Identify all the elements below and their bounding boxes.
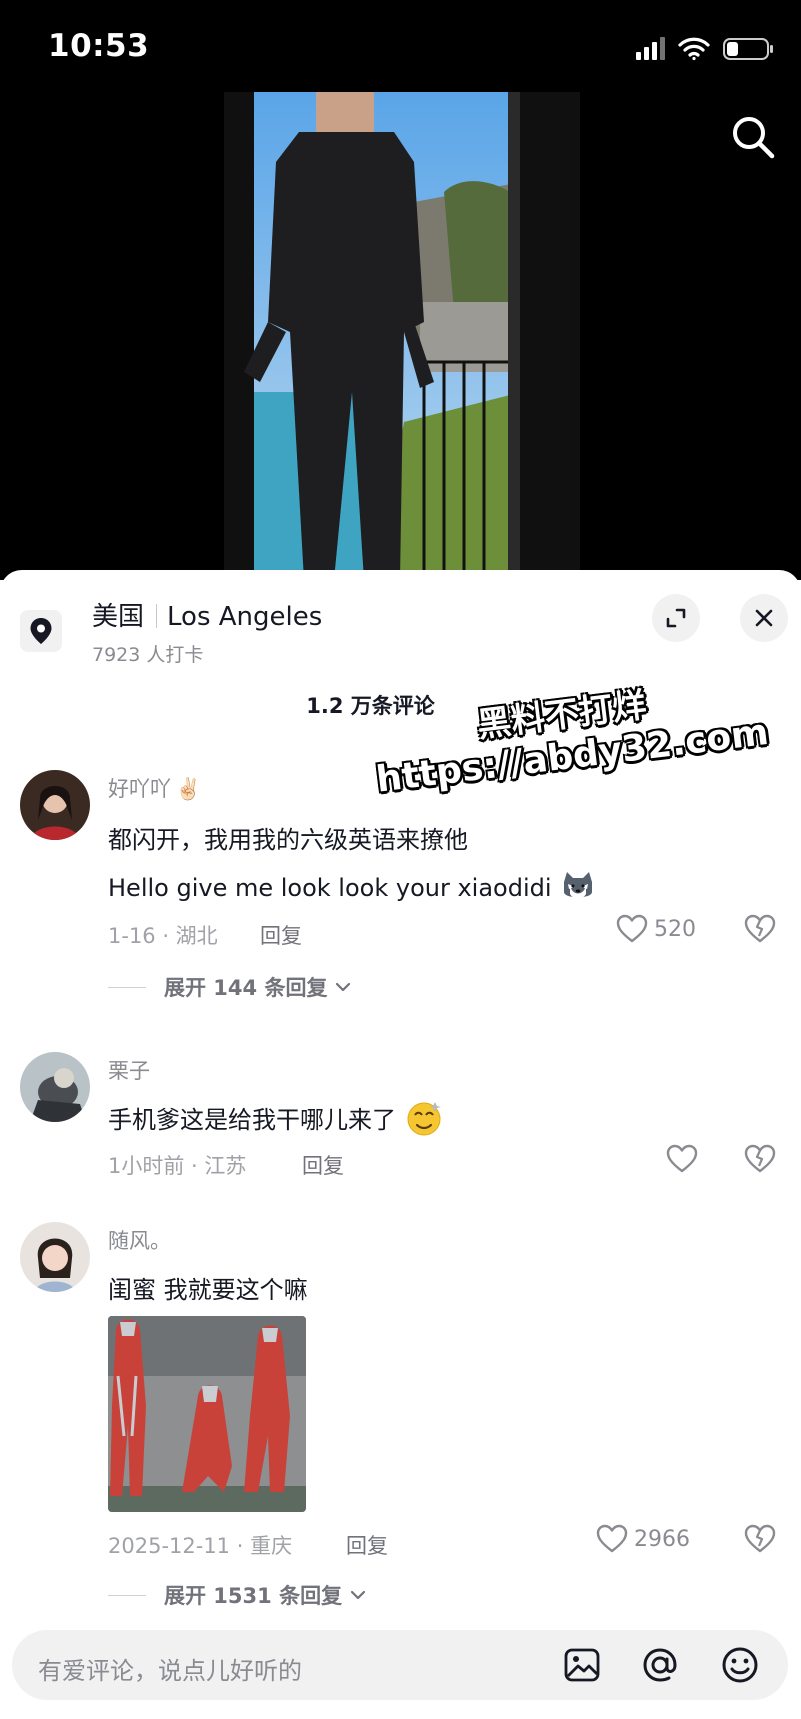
- dislike-button[interactable]: [744, 1524, 776, 1558]
- dislike-button[interactable]: [744, 1144, 776, 1178]
- avatar-image: [20, 1052, 90, 1122]
- chevron-down-icon: [336, 982, 351, 992]
- at-sign-icon: [643, 1648, 677, 1682]
- location-country: 美国: [92, 602, 145, 632]
- reply-button[interactable]: 回复: [302, 1150, 344, 1180]
- wifi-icon: [678, 37, 710, 61]
- dislike-button[interactable]: [744, 914, 776, 948]
- checkin-count: 7923 人打卡: [92, 644, 204, 666]
- avatar-image: [20, 770, 90, 840]
- expand-divider: [108, 986, 146, 988]
- victory-hand-emoji: ✌🏻: [175, 777, 202, 801]
- expand-sheet-button[interactable]: [652, 594, 700, 642]
- comment-text-line-1: 手机爹这是给我干哪儿来了: [108, 1100, 444, 1142]
- battery-icon: [723, 38, 773, 60]
- status-time: 10:53: [48, 28, 150, 64]
- broken-heart-icon: [744, 1524, 776, 1553]
- status-icons: [636, 34, 776, 64]
- close-sheet-button[interactable]: [740, 594, 788, 642]
- comment-count-header: 1.2 万条评论: [306, 694, 435, 718]
- comment-text-line-1: 闺蜜 我就要这个嘛: [108, 1276, 308, 1304]
- map-pin-icon: [30, 618, 52, 644]
- expand-replies-button[interactable]: 展开 144 条回复: [108, 972, 351, 1002]
- avatar-image: [20, 1222, 90, 1292]
- image-button[interactable]: [560, 1643, 604, 1687]
- location-pin-button[interactable]: [20, 610, 62, 652]
- broken-heart-icon: [744, 914, 776, 943]
- image-icon: [564, 1648, 600, 1682]
- search-icon: [733, 117, 775, 159]
- comment-meta: 1小时前 · 江苏: [108, 1154, 247, 1178]
- like-count: 2966: [634, 1526, 690, 1552]
- comment-text-line-1: 都闪开，我用我的六级英语来撩他: [108, 826, 468, 854]
- heart-icon: [596, 1524, 628, 1553]
- emoji-button[interactable]: [718, 1643, 762, 1687]
- heart-icon: [666, 1144, 698, 1173]
- expand-replies-button[interactable]: 展开 1531 条回复: [108, 1580, 366, 1610]
- chevron-down-icon: [350, 1590, 366, 1600]
- dizzy-face-emoji: [406, 1100, 444, 1142]
- location-divider: [156, 604, 158, 628]
- comment-author[interactable]: 随风。: [108, 1225, 171, 1255]
- like-button[interactable]: 2966: [596, 1524, 690, 1554]
- like-count: 520: [654, 916, 696, 942]
- avatar[interactable]: [20, 1052, 90, 1122]
- ultraman-figures-image: [108, 1316, 306, 1512]
- broken-heart-icon: [744, 1144, 776, 1173]
- avatar[interactable]: [20, 770, 90, 840]
- comment-text-line-2: Hello give me look look your xiaodidi: [108, 870, 595, 908]
- man-in-doorway-image: [224, 92, 580, 580]
- video-frame-image[interactable]: [224, 92, 580, 580]
- like-button[interactable]: 520: [616, 914, 696, 944]
- search-button[interactable]: [728, 112, 778, 162]
- comment-input[interactable]: 有爱评论，说点儿好听的: [38, 1651, 302, 1686]
- comment-author[interactable]: 栗子: [108, 1055, 150, 1085]
- smiley-icon: [722, 1647, 758, 1683]
- avatar[interactable]: [20, 1222, 90, 1292]
- comment-meta: 1-16 · 湖北: [108, 924, 218, 948]
- expand-icon: [666, 608, 686, 628]
- location-title[interactable]: 美国 Los Angeles: [92, 596, 322, 633]
- signal-icon: [636, 37, 665, 60]
- husky-emoji: [561, 870, 595, 908]
- comment-author[interactable]: 好吖吖 ✌🏻: [108, 773, 201, 803]
- comment-image[interactable]: [108, 1316, 306, 1512]
- expand-divider: [108, 1594, 146, 1596]
- location-city: Los Angeles: [167, 602, 323, 632]
- reply-button[interactable]: 回复: [260, 920, 302, 950]
- close-icon: [755, 609, 773, 627]
- mention-button[interactable]: [638, 1643, 682, 1687]
- like-button[interactable]: [666, 1144, 698, 1178]
- reply-button[interactable]: 回复: [346, 1530, 388, 1560]
- comment-meta: 2025-12-11 · 重庆: [108, 1534, 293, 1558]
- heart-icon: [616, 914, 648, 943]
